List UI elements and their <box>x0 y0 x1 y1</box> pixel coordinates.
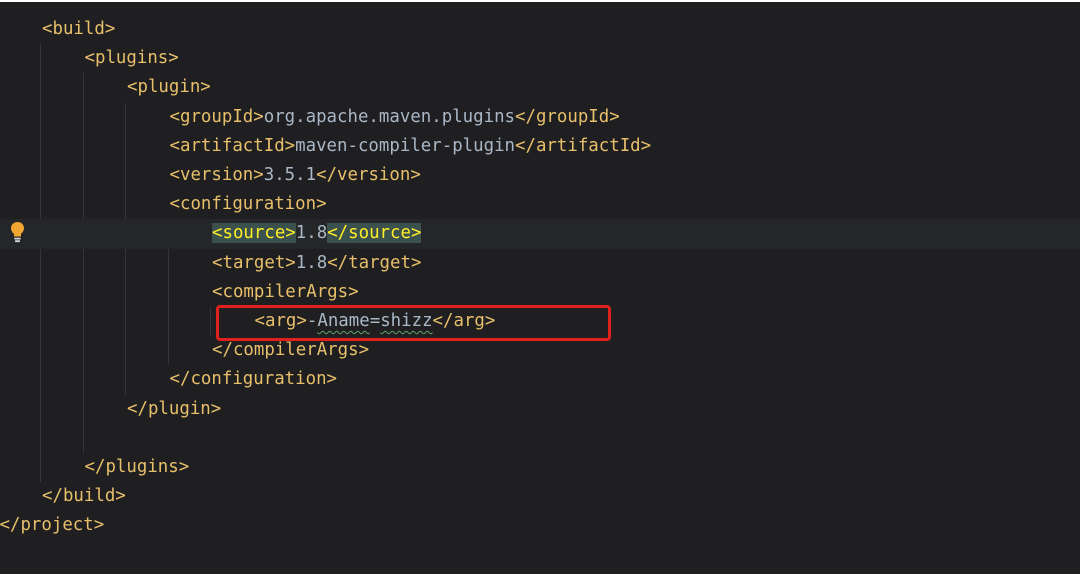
xml-tag: </configuration> <box>169 369 338 390</box>
xml-text: 1.8 <box>295 252 328 273</box>
xml-tag: <configuration> <box>169 194 327 215</box>
xml-tag: </version> <box>316 165 421 185</box>
xml-tag: <compilerArgs> <box>212 281 359 302</box>
code-line[interactable]: </build> <box>0 482 1080 511</box>
code-content: <target>1.8</target> <box>212 249 421 278</box>
code-line[interactable]: <compilerArgs> <box>0 278 1080 307</box>
code-content: <groupId>org.apache.maven.plugins</group… <box>170 103 620 132</box>
xml-tag: </compilerArgs> <box>212 340 370 361</box>
code-line[interactable] <box>0 424 1080 453</box>
xml-tag: <target> <box>212 252 296 273</box>
code-line[interactable]: <groupId>org.apache.maven.plugins</group… <box>0 103 1080 132</box>
code-line[interactable]: <artifactId>maven-compiler-plugin</artif… <box>0 132 1080 161</box>
xml-tag: <build> <box>42 19 116 39</box>
code-line[interactable]: <source>1.8</source> <box>0 219 1080 249</box>
xml-tag: <plugin> <box>127 77 211 98</box>
code-content: <artifactId>maven-compiler-plugin</artif… <box>170 132 652 161</box>
code-line[interactable]: <build> <box>0 15 1080 44</box>
code-line[interactable]: <plugins> <box>0 44 1080 73</box>
xml-text: 3.5.1 <box>263 165 317 185</box>
matched-xml-tag: <source> <box>212 223 296 244</box>
xml-text: org.apache.maven.plugins <box>263 106 516 127</box>
code-line[interactable]: <version>3.5.1</version> <box>0 161 1080 190</box>
code-content: <configuration> <box>170 190 327 219</box>
xml-tag: <plugins> <box>84 48 179 69</box>
code-content: </plugin> <box>127 395 221 424</box>
code-line[interactable]: </plugin> <box>0 395 1080 424</box>
code-line[interactable]: </configuration> <box>0 365 1080 394</box>
code-content: </configuration> <box>170 365 338 394</box>
lightbulb-icon[interactable] <box>10 221 25 243</box>
code-content: <compilerArgs> <box>212 278 359 307</box>
xml-tag: </project> <box>0 515 105 536</box>
code-content: <build> <box>42 15 115 44</box>
code-line[interactable]: </plugins> <box>0 453 1080 482</box>
xml-tag: </target> <box>327 252 422 273</box>
highlight-box <box>216 305 611 341</box>
xml-tag: </groupId> <box>515 106 620 127</box>
code-content: </plugins> <box>85 453 190 482</box>
matched-xml-tag: </source> <box>327 223 422 244</box>
xml-tag: </build> <box>42 486 126 507</box>
code-content: </build> <box>42 482 126 511</box>
xml-tag: <groupId> <box>169 106 264 127</box>
code-content: <version>3.5.1</version> <box>170 161 421 190</box>
xml-tag: </plugin> <box>127 398 222 419</box>
xml-text: 1.8 <box>295 223 328 244</box>
code-editor[interactable]: <build> <plugins> <plugin> <groupId>org.apa… <box>0 2 1080 574</box>
xml-text: maven-compiler-plugin <box>295 135 516 156</box>
xml-tag: <artifactId> <box>169 135 296 156</box>
code-content: </project> <box>0 511 104 540</box>
code-content: <source>1.8</source> <box>212 219 422 248</box>
code-content: <plugin> <box>127 73 211 102</box>
code-line[interactable]: </project> <box>0 511 1080 540</box>
xml-tag: <version> <box>169 165 264 185</box>
code-content: <plugins> <box>85 44 179 73</box>
xml-tag: </plugins> <box>84 457 190 477</box>
xml-tag: </artifactId> <box>515 135 652 156</box>
code-line[interactable]: <plugin> <box>0 73 1080 102</box>
code-line[interactable]: <target>1.8</target> <box>0 249 1080 278</box>
code-line[interactable]: <configuration> <box>0 190 1080 219</box>
